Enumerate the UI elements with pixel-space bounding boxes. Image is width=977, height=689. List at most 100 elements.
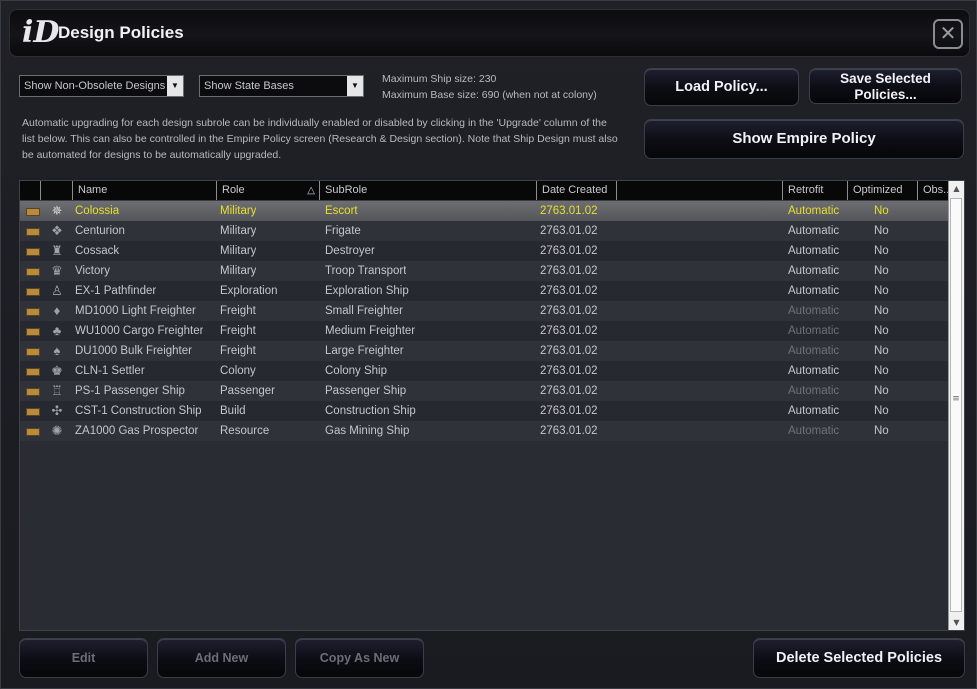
optimized-status[interactable]: No: [874, 221, 889, 241]
header-col-icon[interactable]: [40, 181, 72, 200]
table-row[interactable]: ✵ Colossia Military Escort 2763.01.02 Automat…: [20, 201, 948, 221]
retrofit-status[interactable]: Automatic: [788, 401, 839, 421]
retrofit-status[interactable]: Automatic: [788, 361, 839, 381]
retrofit-status[interactable]: Automatic: [788, 281, 839, 301]
delete-selected-policies-button[interactable]: Delete Selected Policies: [753, 638, 965, 678]
close-icon[interactable]: ✕: [933, 19, 963, 49]
optimized-status[interactable]: No: [874, 241, 889, 261]
header-col-date-created[interactable]: Date Created: [536, 181, 616, 200]
table-row[interactable]: ✣ CST-1 Construction Ship Build Constructio…: [20, 401, 948, 421]
date-created: 2763.01.02: [540, 245, 598, 257]
optimized-status[interactable]: No: [874, 341, 889, 361]
header-col-name[interactable]: Name: [72, 181, 216, 200]
retrofit-status[interactable]: Automatic: [788, 261, 839, 281]
copy-as-new-button[interactable]: Copy As New: [295, 638, 424, 678]
row-select-checkbox[interactable]: [26, 288, 40, 296]
chevron-down-icon[interactable]: ▼: [347, 76, 363, 96]
retrofit-status[interactable]: Automatic: [788, 381, 839, 401]
obsolete-filter-dropdown[interactable]: Show Non-Obsolete Designs ▼: [19, 75, 184, 97]
header-col-spacer[interactable]: [616, 181, 782, 200]
bases-filter-dropdown[interactable]: Show State Bases ▼: [199, 75, 364, 97]
row-select-checkbox[interactable]: [26, 208, 40, 216]
design-role: Resource: [220, 425, 270, 437]
row-select-checkbox[interactable]: [26, 308, 40, 316]
scroll-thumb[interactable]: ≡: [950, 198, 962, 612]
add-new-button[interactable]: Add New: [157, 638, 286, 678]
header-label: Name: [78, 184, 108, 196]
table-row[interactable]: ♛ Victory Military Troop Transport 2763.01.0…: [20, 261, 948, 281]
design-role: Military: [220, 225, 257, 237]
vertical-scrollbar[interactable]: ▲ ≡ ▼: [948, 181, 964, 630]
optimized-status[interactable]: No: [874, 261, 889, 281]
row-select-checkbox[interactable]: [26, 428, 40, 436]
retrofit-status[interactable]: Automatic: [788, 341, 839, 361]
optimized-status[interactable]: No: [874, 381, 889, 401]
row-select-checkbox[interactable]: [26, 408, 40, 416]
edit-button[interactable]: Edit: [19, 638, 148, 678]
header-col-select[interactable]: [20, 181, 40, 200]
optimized-status[interactable]: No: [874, 201, 889, 221]
design-name: PS-1 Passenger Ship: [75, 385, 185, 397]
design-name: EX-1 Pathfinder: [75, 285, 157, 297]
row-select-checkbox[interactable]: [26, 228, 40, 236]
design-subrole: Exploration Ship: [325, 285, 409, 297]
table-row[interactable]: ❖ Centurion Military Frigate 2763.01.02 Autom…: [20, 221, 948, 241]
date-created: 2763.01.02: [540, 365, 598, 377]
retrofit-status[interactable]: Automatic: [788, 321, 839, 341]
header-col-retrofit[interactable]: Retrofit: [782, 181, 847, 200]
row-select-checkbox[interactable]: [26, 388, 40, 396]
design-role: Passenger: [220, 385, 275, 397]
table-row[interactable]: ♙ EX-1 Pathfinder Exploration Exploration S…: [20, 281, 948, 301]
header-label: Optimized: [853, 184, 903, 196]
row-select-checkbox[interactable]: [26, 328, 40, 336]
show-empire-policy-button[interactable]: Show Empire Policy: [644, 119, 964, 159]
table-row[interactable]: ♜ Cossack Military Destroyer 2763.01.02 Autom…: [20, 241, 948, 261]
obsolete-filter-value: Show Non-Obsolete Designs: [24, 80, 166, 92]
design-subrole: Escort: [325, 205, 358, 217]
header-col-optimized[interactable]: Optimized: [847, 181, 917, 200]
design-role: Freight: [220, 345, 256, 357]
design-name: Victory: [75, 265, 110, 277]
table-row[interactable]: ♖ PS-1 Passenger Ship Passenger Passenger S…: [20, 381, 948, 401]
design-subrole: Medium Freighter: [325, 325, 416, 337]
table-row[interactable]: ♠ DU1000 Bulk Freighter Freight Large Freig…: [20, 341, 948, 361]
optimized-status[interactable]: No: [874, 321, 889, 341]
row-select-checkbox[interactable]: [26, 368, 40, 376]
design-name: WU1000 Cargo Freighter: [75, 325, 204, 337]
retrofit-status[interactable]: Automatic: [788, 201, 839, 221]
load-policy-button[interactable]: Load Policy...: [644, 68, 799, 106]
table-row[interactable]: ♚ CLN-1 Settler Colony Colony Ship 2763.01.0…: [20, 361, 948, 381]
header-col-role[interactable]: Role △: [216, 181, 319, 200]
chevron-down-icon[interactable]: ▼: [167, 76, 183, 96]
optimized-status[interactable]: No: [874, 421, 889, 441]
optimized-status[interactable]: No: [874, 301, 889, 321]
ship-design-icon: ♦: [53, 303, 61, 318]
row-select-checkbox[interactable]: [26, 348, 40, 356]
row-select-checkbox[interactable]: [26, 248, 40, 256]
design-subrole: Large Freighter: [325, 345, 404, 357]
design-name: MD1000 Light Freighter: [75, 305, 196, 317]
ship-design-icon: ♙: [51, 283, 63, 298]
retrofit-status[interactable]: Automatic: [788, 421, 839, 441]
design-subrole: Construction Ship: [325, 405, 416, 417]
table-row[interactable]: ✺ ZA1000 Gas Prospector Resource Gas Mining…: [20, 421, 948, 441]
date-created: 2763.01.02: [540, 285, 598, 297]
optimized-status[interactable]: No: [874, 281, 889, 301]
header-label: Retrofit: [788, 184, 824, 196]
retrofit-status[interactable]: Automatic: [788, 301, 839, 321]
scroll-down-icon[interactable]: ▼: [949, 615, 964, 630]
optimized-status[interactable]: No: [874, 361, 889, 381]
date-created: 2763.01.02: [540, 325, 598, 337]
header-col-subrole[interactable]: SubRole: [319, 181, 536, 200]
retrofit-status[interactable]: Automatic: [788, 241, 839, 261]
app-logo: iD: [22, 15, 60, 50]
max-ship-size: Maximum Ship size: 230: [382, 73, 497, 85]
header-col-obsolete[interactable]: Obs...: [917, 181, 952, 200]
scroll-up-icon[interactable]: ▲: [949, 181, 964, 196]
optimized-status[interactable]: No: [874, 401, 889, 421]
table-row[interactable]: ♣ WU1000 Cargo Freighter Freight Medium Fre…: [20, 321, 948, 341]
retrofit-status[interactable]: Automatic: [788, 221, 839, 241]
row-select-checkbox[interactable]: [26, 268, 40, 276]
save-selected-policies-button[interactable]: Save Selected Policies...: [809, 68, 962, 104]
table-row[interactable]: ♦ MD1000 Light Freighter Freight Small Frei…: [20, 301, 948, 321]
